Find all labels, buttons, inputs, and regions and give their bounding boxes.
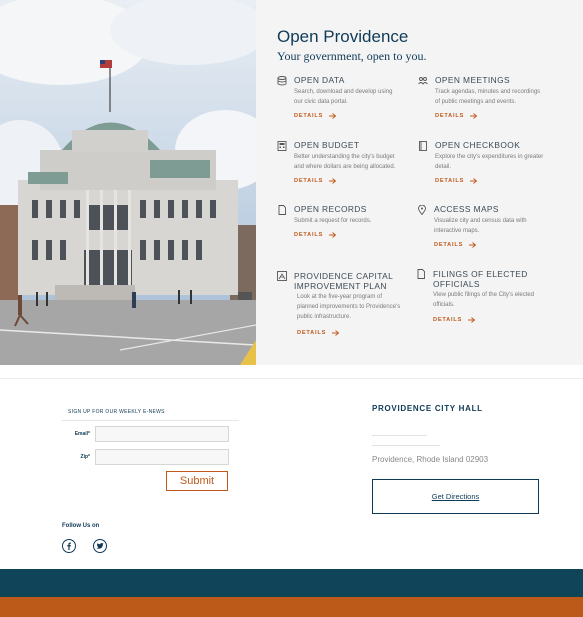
newsletter-title: SIGN UP FOR OUR WEEKLY E-NEWS — [68, 409, 165, 415]
map-pin-icon — [417, 205, 427, 215]
open-budget-details-link[interactable]: DETAILS — [294, 178, 337, 184]
arrow-right-icon — [332, 330, 340, 336]
city-hall-address: Providence, Rhode Island 02903 — [372, 455, 489, 464]
arrow-right-icon — [329, 232, 337, 238]
item-description: Explore the city's expenditures in great… — [435, 154, 544, 170]
item-description: Visualize city and census data with inter… — [434, 218, 527, 234]
item-title: OPEN BUDGET — [294, 140, 360, 150]
arrow-right-icon — [468, 317, 476, 323]
email-field[interactable] — [95, 426, 229, 442]
item-title: OPEN DATA — [294, 75, 345, 85]
checkbook-icon — [418, 141, 428, 151]
item-title: ACCESS MAPS — [434, 204, 499, 214]
open-meetings-details-link[interactable]: DETAILS — [435, 113, 478, 119]
item-description: Better understanding the city's budget an… — [294, 154, 396, 170]
panel-title: Open Providence — [277, 27, 409, 46]
arrow-right-icon — [329, 113, 337, 119]
facebook-icon[interactable] — [62, 539, 76, 553]
hero-section: Open Providence Your government, open to… — [0, 0, 583, 365]
open-records-details-link[interactable]: DETAILS — [294, 232, 337, 238]
filings-details-link[interactable]: DETAILS — [433, 317, 476, 323]
item-title: OPEN RECORDS — [294, 204, 367, 214]
item-title: OPEN MEETINGS — [435, 75, 511, 85]
document-icon — [277, 205, 287, 215]
blueprint-icon — [277, 271, 287, 281]
arrow-right-icon — [329, 178, 337, 184]
access-maps-details-link[interactable]: DETAILS — [434, 242, 477, 248]
calculator-icon — [277, 141, 287, 151]
footer-navy-band — [0, 569, 583, 597]
filing-icon — [416, 269, 426, 279]
zip-field[interactable] — [95, 449, 229, 465]
item-description: Submit a request for records. — [294, 218, 372, 224]
item-description: Track agendas, minutes and recordings of … — [435, 89, 541, 105]
city-hall-divider — [372, 435, 427, 436]
city-hall-divider — [372, 445, 440, 446]
newsletter-divider — [62, 420, 239, 421]
arrow-right-icon — [470, 178, 478, 184]
people-icon — [418, 76, 428, 86]
section-divider — [0, 378, 583, 379]
twitter-icon[interactable] — [93, 539, 107, 553]
item-title: FILINGS OF ELECTED OFFICIALS — [433, 269, 528, 289]
arrow-right-icon — [470, 113, 478, 119]
submit-button[interactable]: Submit — [166, 471, 228, 491]
item-description: Look at the five-year program of planned … — [297, 294, 401, 320]
zip-label: Zip* — [80, 454, 90, 460]
city-hall-photo — [0, 0, 256, 365]
get-directions-button[interactable]: Get Directions — [372, 479, 539, 514]
follow-us-label: Follow Us on — [62, 523, 100, 529]
footer-orange-band — [0, 597, 583, 617]
city-hall-title: PROVIDENCE CITY HALL — [372, 404, 483, 413]
database-icon — [277, 76, 287, 86]
item-title: OPEN CHECKBOOK — [435, 140, 521, 150]
arrow-right-icon — [469, 242, 477, 248]
item-description: View public filings of the City's electe… — [433, 292, 535, 308]
open-providence-panel: Open Providence Your government, open to… — [256, 0, 583, 365]
capital-plan-details-link[interactable]: DETAILS — [297, 330, 340, 336]
item-description: Search, download and develop using our ci… — [294, 89, 393, 105]
open-data-details-link[interactable]: DETAILS — [294, 113, 337, 119]
panel-subtitle: Your government, open to you. — [277, 49, 427, 63]
item-title: PROVIDENCE CAPITAL IMPROVEMENT PLAN — [294, 271, 393, 291]
open-checkbook-details-link[interactable]: DETAILS — [435, 178, 478, 184]
email-label: Email* — [74, 431, 90, 437]
